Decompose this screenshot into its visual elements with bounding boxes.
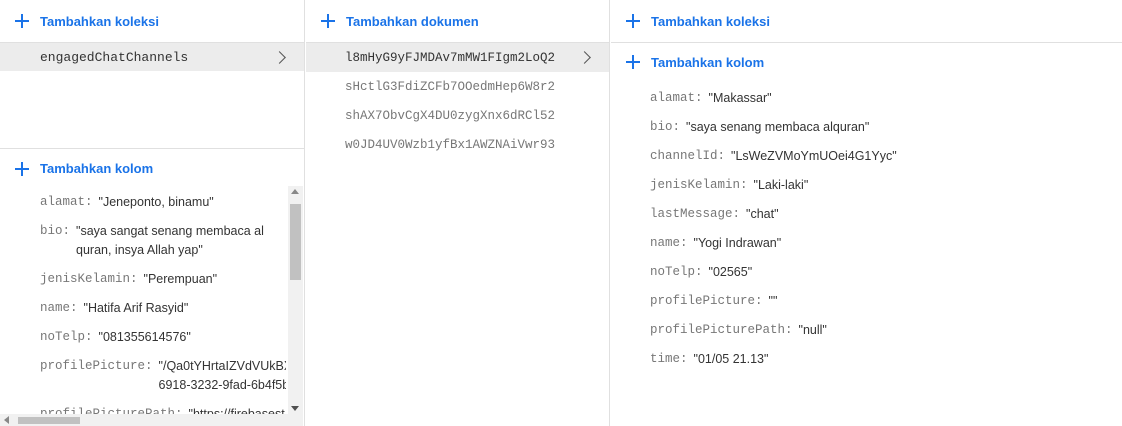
field-value: "chat" [746, 207, 779, 221]
scroll-left-arrow-icon[interactable] [4, 416, 9, 424]
collection-item-engagedchatchannels[interactable]: engagedChatChannels [0, 43, 304, 71]
add-document-button[interactable]: Tambahkan dokumen [306, 0, 609, 43]
field-row[interactable]: name: "Yogi Indrawan" [611, 229, 1122, 258]
field-key: alamat: [40, 195, 93, 209]
field-row[interactable]: bio: "saya senang membaca alquran" [611, 113, 1122, 142]
field-value: "saya sangat senang membaca al quran, in… [76, 224, 264, 257]
field-value: "Makassar" [708, 91, 772, 105]
field-row[interactable]: alamat: "Makassar" [611, 84, 1122, 113]
field-row[interactable]: noTelp: "081355614576" [0, 323, 286, 352]
field-row[interactable]: noTelp: "02565" [611, 258, 1122, 287]
field-key: channelId: [650, 149, 726, 163]
field-key: time: [650, 352, 688, 366]
scroll-up-arrow-icon[interactable] [291, 189, 299, 194]
document-panel: Tambahkan koleksi Tambahkan kolom alamat… [611, 0, 1122, 426]
scroll-down-arrow-icon[interactable] [291, 406, 299, 411]
field-key: profilePicturePath: [650, 323, 793, 337]
document-item[interactable]: sHctlG3FdiZCFb7OOedmHep6W8r2 [306, 72, 609, 101]
field-key: lastMessage: [650, 207, 741, 221]
field-row[interactable]: profilePicturePath: "https://firebasest [0, 400, 286, 414]
field-value: "saya senang membaca alquran" [686, 120, 870, 134]
add-collection-button[interactable]: Tambahkan koleksi [0, 0, 304, 43]
add-subcollection-button[interactable]: Tambahkan koleksi [611, 0, 1122, 43]
field-row[interactable]: profilePicture: "" [611, 287, 1122, 316]
collections-panel: Tambahkan koleksi engagedChatChannels Ta… [0, 0, 305, 426]
field-row[interactable]: lastMessage: "chat" [611, 200, 1122, 229]
field-value: "Perempuan" [143, 272, 218, 286]
field-row[interactable]: jenisKelamin: "Laki-laki" [611, 171, 1122, 200]
document-item[interactable]: l8mHyG9yFJMDAv7mMW1FIgm2LoQ2 [306, 43, 609, 72]
horizontal-scrollbar[interactable] [0, 414, 303, 426]
field-value: "Laki-laki" [753, 178, 809, 192]
scrollbar-thumb[interactable] [18, 417, 80, 424]
field-key: profilePicturePath: [40, 407, 183, 414]
field-value: "https://firebasest [188, 407, 285, 414]
field-value: "/Qa0tYHrtaIZVdVUkBX 6918-3232-9fad-6b4f… [158, 359, 286, 392]
plus-icon [14, 13, 30, 29]
field-value: "Hatifa Arif Rasyid" [83, 301, 189, 315]
field-value: "LsWeZVMoYmUOei4G1Yyc" [731, 149, 897, 163]
field-list: alamat: "Makassar" bio: "saya senang mem… [611, 81, 1122, 374]
document-id: shAX7ObvCgX4DU0zygXnx6dRCl52 [345, 108, 556, 123]
add-collection-label: Tambahkan koleksi [651, 13, 770, 29]
field-key: jenisKelamin: [650, 178, 748, 192]
field-key: name: [40, 301, 78, 315]
collection-name: engagedChatChannels [40, 49, 189, 65]
add-document-label: Tambahkan dokumen [346, 13, 479, 29]
field-key: profilePicture: [650, 294, 763, 308]
field-row[interactable]: channelId: "LsWeZVMoYmUOei4G1Yyc" [611, 142, 1122, 171]
field-key: alamat: [650, 91, 703, 105]
field-row[interactable]: jenisKelamin: "Perempuan" [0, 265, 286, 294]
field-value: "Yogi Indrawan" [693, 236, 782, 250]
vertical-scrollbar[interactable] [288, 186, 303, 414]
field-value: "01/05 21.13" [693, 352, 769, 366]
add-collection-label: Tambahkan koleksi [40, 13, 159, 29]
field-key: jenisKelamin: [40, 272, 138, 286]
add-field-button[interactable]: Tambahkan kolom [0, 148, 304, 188]
chevron-right-icon [273, 50, 286, 64]
documents-panel: Tambahkan dokumen l8mHyG9yFJMDAv7mMW1FIg… [306, 0, 610, 426]
document-id: w0JD4UV0Wzb1yfBx1AWZNAiVwr93 [345, 137, 556, 152]
field-key: noTelp: [40, 330, 93, 344]
field-row[interactable]: alamat: "Jeneponto, binamu" [0, 188, 286, 217]
field-value: "null" [798, 323, 827, 337]
plus-icon [625, 54, 641, 70]
plus-icon [625, 13, 641, 29]
field-key: name: [650, 236, 688, 250]
field-value: "Jeneponto, binamu" [98, 195, 214, 209]
document-id: sHctlG3FdiZCFb7OOedmHep6W8r2 [345, 79, 556, 94]
field-list: alamat: "Jeneponto, binamu" bio: "saya s… [0, 188, 286, 414]
document-item[interactable]: w0JD4UV0Wzb1yfBx1AWZNAiVwr93 [306, 130, 609, 159]
field-row[interactable]: time: "01/05 21.13" [611, 345, 1122, 374]
add-field-button[interactable]: Tambahkan kolom [611, 43, 1122, 81]
field-key: profilePicture: [40, 359, 153, 373]
scrollbar-thumb[interactable] [290, 204, 301, 280]
add-field-label: Tambahkan kolom [40, 161, 154, 176]
field-row[interactable]: profilePicture: "/Qa0tYHrtaIZVdVUkBX 691… [0, 352, 286, 400]
field-row[interactable]: bio: "saya sangat senang membaca al qura… [0, 217, 286, 265]
document-id: l8mHyG9yFJMDAv7mMW1FIgm2LoQ2 [345, 50, 556, 65]
field-key: bio: [650, 120, 681, 134]
plus-icon [14, 161, 30, 177]
document-item[interactable]: shAX7ObvCgX4DU0zygXnx6dRCl52 [306, 101, 609, 130]
plus-icon [320, 13, 336, 29]
field-row[interactable]: name: "Hatifa Arif Rasyid" [0, 294, 286, 323]
add-field-label: Tambahkan kolom [651, 54, 765, 70]
field-row[interactable]: profilePicturePath: "null" [611, 316, 1122, 345]
field-value: "02565" [708, 265, 753, 279]
field-value: "081355614576" [98, 330, 191, 344]
chevron-right-icon [578, 51, 591, 64]
field-value: "" [768, 294, 778, 308]
field-key: bio: [40, 224, 71, 238]
field-key: noTelp: [650, 265, 703, 279]
